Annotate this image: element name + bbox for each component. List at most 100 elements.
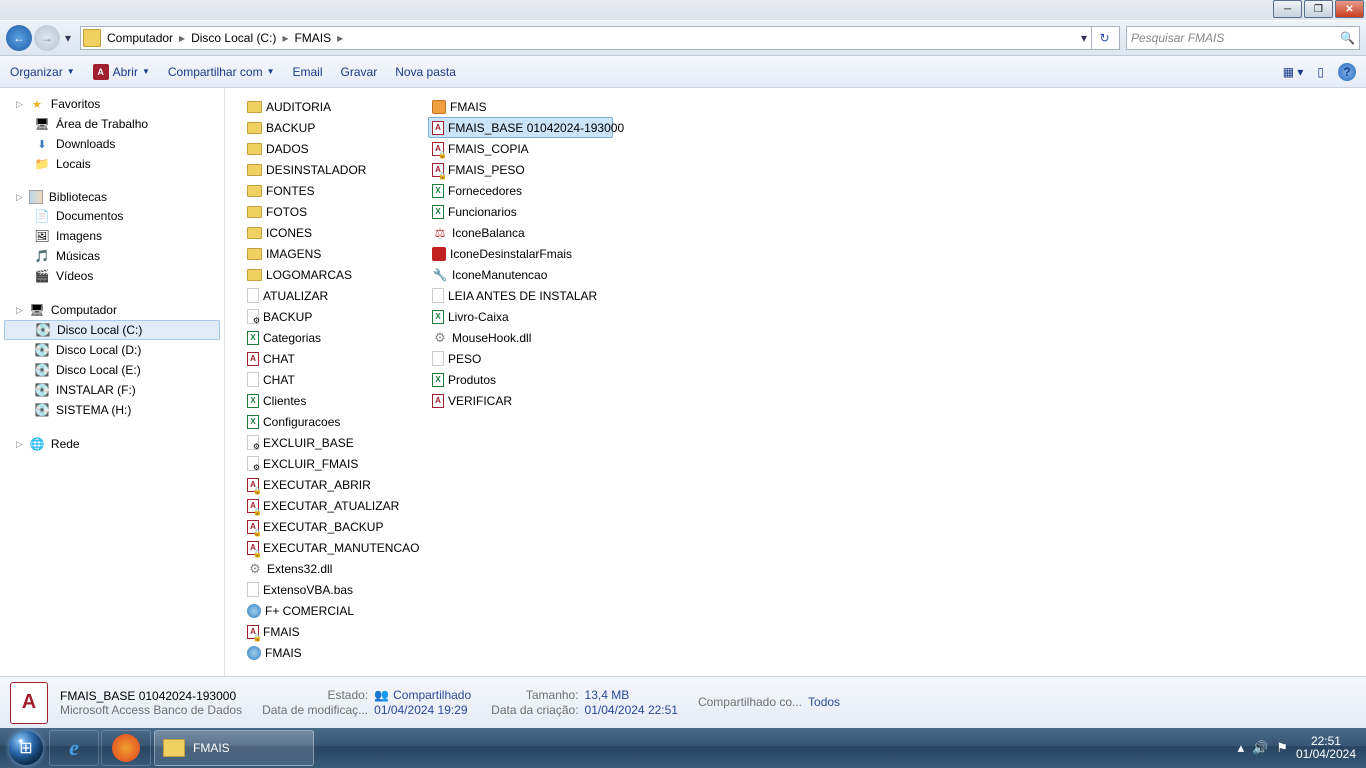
file-item[interactable]: DADOS <box>243 138 428 159</box>
folder-icon <box>247 269 262 281</box>
search-icon: 🔍 <box>1340 31 1355 45</box>
file-item[interactable]: CHAT <box>243 348 428 369</box>
file-item[interactable]: EXECUTAR_MANUTENCAO <box>243 537 428 558</box>
chevron-right-icon[interactable]: ▸ <box>175 31 189 45</box>
file-item[interactable]: EXECUTAR_ATUALIZAR <box>243 495 428 516</box>
file-item[interactable]: Livro-Caixa <box>428 306 613 327</box>
file-item[interactable]: IMAGENS <box>243 243 428 264</box>
file-item[interactable]: IconeDesinstalarFmais <box>428 243 613 264</box>
hdd-icon <box>34 362 50 378</box>
email-button[interactable]: Email <box>293 65 323 79</box>
file-item[interactable]: F+ COMERCIAL <box>243 600 428 621</box>
breadcrumb-fmais[interactable]: FMAIS <box>292 31 333 45</box>
tree-pictures[interactable]: Imagens <box>0 226 224 246</box>
tree-desktop[interactable]: Área de Trabalho <box>0 114 224 134</box>
file-item[interactable]: BACKUP <box>243 117 428 138</box>
file-item[interactable]: IconeBalanca <box>428 222 613 243</box>
taskbar-firefox[interactable] <box>101 730 151 766</box>
file-item[interactable]: Extens32.dll <box>243 558 428 579</box>
access-icon: A <box>93 64 109 80</box>
window-close-button[interactable]: ✕ <box>1335 0 1364 18</box>
file-item[interactable]: FMAIS_PESO <box>428 159 613 180</box>
file-item[interactable]: Categorias <box>243 327 428 348</box>
burn-button[interactable]: Gravar <box>341 65 378 79</box>
file-item[interactable]: MouseHook.dll <box>428 327 613 348</box>
tray-flag-icon[interactable]: ⚑ <box>1276 740 1288 756</box>
tree-network[interactable]: ▷Rede <box>0 434 224 454</box>
file-item[interactable]: ICONES <box>243 222 428 243</box>
help-button[interactable]: ? <box>1338 63 1356 81</box>
tree-music[interactable]: Músicas <box>0 246 224 266</box>
window-titlebar: ─ ❐ ✕ <box>0 0 1366 20</box>
chevron-right-icon[interactable]: ▸ <box>333 31 347 45</box>
tree-disk-d[interactable]: Disco Local (D:) <box>0 340 224 360</box>
file-item[interactable]: FMAIS <box>243 621 428 642</box>
breadcrumb-diskc[interactable]: Disco Local (C:) <box>189 31 278 45</box>
tree-disk-h[interactable]: SISTEMA (H:) <box>0 400 224 420</box>
file-item[interactable]: EXECUTAR_ABRIR <box>243 474 428 495</box>
nav-history-dropdown[interactable]: ▾ <box>62 31 74 45</box>
file-item[interactable]: FMAIS <box>428 96 613 117</box>
file-item[interactable]: EXCLUIR_BASE <box>243 432 428 453</box>
breadcrumb-computer[interactable]: Computador <box>105 31 175 45</box>
file-item[interactable]: VERIFICAR <box>428 390 613 411</box>
new-folder-button[interactable]: Nova pasta <box>395 65 456 79</box>
file-item[interactable]: EXCLUIR_FMAIS <box>243 453 428 474</box>
details-modified-label: Data de modificaç... <box>262 703 368 717</box>
window-minimize-button[interactable]: ─ <box>1273 0 1302 18</box>
start-button[interactable]: ⊞ <box>4 730 48 766</box>
open-button[interactable]: AAbrir▼ <box>93 64 150 80</box>
tree-downloads[interactable]: Downloads <box>0 134 224 154</box>
search-input[interactable]: Pesquisar FMAIS 🔍 <box>1126 26 1360 50</box>
folder-icon <box>247 101 262 113</box>
tree-disk-f[interactable]: INSTALAR (F:) <box>0 380 224 400</box>
refresh-button[interactable]: ↻ <box>1091 26 1117 50</box>
file-item[interactable]: IconeManutencao <box>428 264 613 285</box>
file-item[interactable]: DESINSTALADOR <box>243 159 428 180</box>
file-item[interactable]: ATUALIZAR <box>243 285 428 306</box>
tray-show-hidden-icon[interactable]: ▴ <box>1238 740 1245 756</box>
file-item[interactable]: LEIA ANTES DE INSTALAR <box>428 285 613 306</box>
file-item[interactable]: Configuracoes <box>243 411 428 432</box>
file-item-selected[interactable]: FMAIS_BASE 01042024-193000 <box>428 117 613 138</box>
view-options-button[interactable]: ▦ ▾ <box>1283 65 1304 79</box>
file-item[interactable]: FMAIS <box>243 642 428 663</box>
tree-favorites[interactable]: ▷★Favoritos <box>0 94 224 114</box>
tree-videos[interactable]: Vídeos <box>0 266 224 286</box>
tray-volume-icon[interactable]: 🔊 <box>1252 740 1268 756</box>
file-list[interactable]: AUDITORIA BACKUP DADOS DESINSTALADOR FON… <box>225 88 1366 676</box>
chevron-right-icon[interactable]: ▸ <box>278 31 292 45</box>
file-item[interactable]: Fornecedores <box>428 180 613 201</box>
tree-computer[interactable]: ▷Computador <box>0 300 224 320</box>
file-item[interactable]: AUDITORIA <box>243 96 428 117</box>
tree-documents[interactable]: Documentos <box>0 206 224 226</box>
file-item[interactable]: PESO <box>428 348 613 369</box>
taskbar-ie[interactable] <box>49 730 99 766</box>
file-item[interactable]: CHAT <box>243 369 428 390</box>
file-item[interactable]: EXECUTAR_BACKUP <box>243 516 428 537</box>
file-item[interactable]: Clientes <box>243 390 428 411</box>
organize-button[interactable]: Organizar▼ <box>10 65 75 79</box>
tree-disk-c[interactable]: Disco Local (C:) <box>4 320 220 340</box>
nav-forward-button[interactable]: → <box>34 25 60 51</box>
window-maximize-button[interactable]: ❐ <box>1304 0 1333 18</box>
file-item[interactable]: FONTES <box>243 180 428 201</box>
preview-pane-button[interactable]: ▯ <box>1317 65 1324 79</box>
file-item[interactable]: BACKUP <box>243 306 428 327</box>
tree-places[interactable]: Locais <box>0 154 224 174</box>
tree-disk-e[interactable]: Disco Local (E:) <box>0 360 224 380</box>
file-item[interactable]: Funcionarios <box>428 201 613 222</box>
file-item[interactable]: FOTOS <box>243 201 428 222</box>
file-item[interactable]: ExtensoVBA.bas <box>243 579 428 600</box>
file-item[interactable]: FMAIS_COPIA <box>428 138 613 159</box>
text-file-icon <box>432 351 444 366</box>
nav-back-button[interactable]: ← <box>6 25 32 51</box>
file-item[interactable]: Produtos <box>428 369 613 390</box>
file-item[interactable]: LOGOMARCAS <box>243 264 428 285</box>
tree-libraries[interactable]: ▷Bibliotecas <box>0 188 224 206</box>
taskbar-clock[interactable]: 22:51 01/04/2024 <box>1296 735 1356 761</box>
taskbar-task-explorer[interactable]: FMAIS <box>154 730 314 766</box>
address-bar[interactable]: Computador ▸ Disco Local (C:) ▸ FMAIS ▸ … <box>80 26 1120 50</box>
address-dropdown-icon[interactable]: ▾ <box>1077 31 1091 45</box>
share-with-button[interactable]: Compartilhar com▼ <box>168 65 275 79</box>
